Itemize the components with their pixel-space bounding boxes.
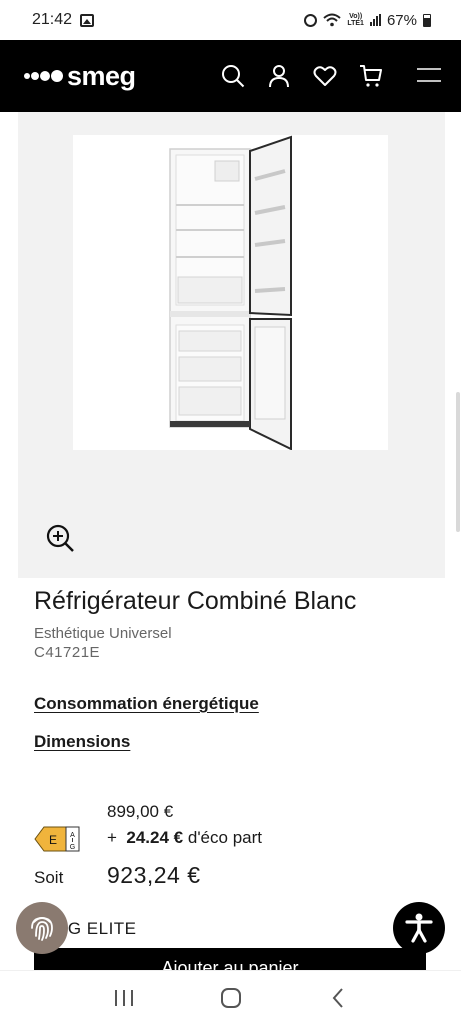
- fingerprint-button[interactable]: [16, 902, 68, 954]
- home-icon: [220, 987, 241, 1008]
- product-gallery[interactable]: [18, 112, 445, 578]
- gallery-notification-icon: [80, 13, 95, 27]
- back-icon: [332, 987, 343, 1008]
- volte-indicator: Vo)) LTE1: [347, 13, 364, 27]
- product-title: Réfrigérateur Combiné Blanc: [34, 587, 357, 615]
- status-bar: 21:42 Vo)) LTE1 67%: [0, 0, 461, 40]
- status-time: 21:42: [32, 11, 73, 28]
- battery-icon: [423, 13, 431, 27]
- energy-consumption-link[interactable]: Consommation énergétique: [34, 694, 259, 714]
- search-icon[interactable]: [221, 64, 245, 88]
- zoom-in-icon[interactable]: [46, 524, 76, 554]
- fingerprint-icon: [31, 917, 53, 941]
- back-button[interactable]: [323, 983, 353, 1013]
- logo-text: smeg: [67, 60, 136, 91]
- wifi-icon: [323, 13, 342, 27]
- product-image[interactable]: [73, 135, 388, 451]
- heart-icon[interactable]: [313, 64, 337, 88]
- status-right: Vo)) LTE1 67%: [304, 12, 431, 29]
- battery-percent: 67%: [386, 11, 417, 29]
- signal-icon: [369, 14, 381, 26]
- lte-label: LTE1: [347, 20, 364, 27]
- accessibility-icon: [405, 913, 433, 943]
- base-price: 899,00 €: [107, 802, 174, 821]
- smeg-logo[interactable]: smeg: [24, 61, 136, 92]
- menu-icon[interactable]: [417, 64, 441, 88]
- cart-icon[interactable]: [359, 64, 383, 88]
- total-price: 923,24 €: [107, 862, 201, 888]
- scroll-handle[interactable]: [456, 392, 460, 532]
- dimensions-link[interactable]: Dimensions: [34, 732, 130, 752]
- eco-contribution: + 24.24 € d'éco part: [107, 828, 262, 848]
- android-nav-bar: [0, 970, 461, 1024]
- product-subtitle: Esthétique Universel: [34, 625, 172, 642]
- product-code: C41721E: [34, 644, 101, 661]
- recent-apps-icon: [114, 989, 133, 1006]
- energy-class-badge[interactable]: E A G: [34, 826, 80, 852]
- header-icons: [221, 64, 441, 88]
- site-header: smeg: [0, 40, 461, 112]
- eco-amount: 24.24 €: [126, 828, 184, 847]
- energy-scale-bottom: G: [70, 844, 75, 851]
- home-button[interactable]: [216, 983, 246, 1013]
- energy-class-letter: E: [49, 833, 57, 847]
- energy-scale-top: A: [70, 832, 75, 839]
- user-icon[interactable]: [267, 64, 291, 88]
- accessibility-button[interactable]: [393, 902, 445, 954]
- eco-prefix: +: [107, 828, 117, 847]
- recent-apps-button[interactable]: [109, 983, 139, 1013]
- smeg-elite-label: EG ELITE: [56, 919, 137, 938]
- eco-suffix: d'éco part: [187, 828, 262, 847]
- status-left: 21:42: [32, 11, 95, 29]
- volte-label: Vo)): [349, 13, 363, 20]
- logo-dots-icon: [24, 70, 63, 82]
- soit-label: Soit: [34, 868, 64, 887]
- fridge-illustration: [169, 135, 292, 451]
- alarm-icon: [304, 13, 318, 27]
